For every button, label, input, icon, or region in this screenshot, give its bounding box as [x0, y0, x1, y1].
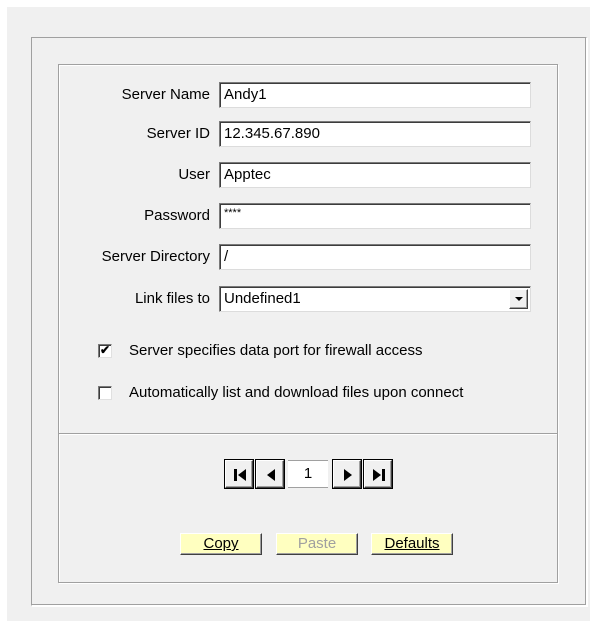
- firewall-label: Server specifies data port for firewall …: [129, 342, 423, 359]
- paste-button[interactable]: Paste: [276, 533, 358, 555]
- last-record-icon: [373, 469, 385, 481]
- copy-button[interactable]: Copy: [180, 533, 262, 555]
- server-id-field[interactable]: 12.345.67.890: [219, 121, 531, 147]
- defaults-label: Defaults: [384, 535, 440, 552]
- autolist-label: Automatically list and download files up…: [129, 384, 464, 401]
- previous-record-button[interactable]: [256, 460, 284, 488]
- user-field[interactable]: Apptec: [219, 162, 531, 188]
- link-files-select[interactable]: Undefined1: [219, 286, 531, 312]
- dropdown-button[interactable]: [509, 289, 528, 309]
- server-name-field[interactable]: Andy1: [219, 82, 531, 108]
- link-files-label: Link files to: [134, 290, 210, 307]
- password-label: Password: [144, 207, 210, 224]
- server-directory-field[interactable]: /: [219, 244, 531, 270]
- chevron-down-icon: [515, 297, 523, 301]
- server-id-label: Server ID: [146, 125, 210, 142]
- next-record-icon: [344, 469, 352, 481]
- link-files-value: Undefined1: [224, 290, 301, 307]
- first-record-icon: [234, 469, 246, 481]
- autolist-checkbox[interactable]: [98, 386, 112, 400]
- defaults-button[interactable]: Defaults: [371, 533, 453, 555]
- previous-record-icon: [267, 469, 275, 481]
- paste-label: Paste: [297, 535, 337, 552]
- password-field[interactable]: ****: [219, 203, 531, 229]
- copy-label: Copy: [203, 535, 239, 552]
- page-number[interactable]: 1: [288, 460, 328, 488]
- firewall-checkbox[interactable]: ✔: [98, 344, 112, 358]
- last-record-button[interactable]: [364, 460, 392, 488]
- first-record-button[interactable]: [225, 460, 253, 488]
- next-record-button[interactable]: [333, 460, 361, 488]
- panel-divider: [59, 433, 557, 435]
- server-directory-label: Server Directory: [101, 248, 210, 265]
- server-name-label: Server Name: [121, 86, 210, 103]
- user-label: User: [178, 166, 210, 183]
- record-navigator: 1: [224, 460, 392, 488]
